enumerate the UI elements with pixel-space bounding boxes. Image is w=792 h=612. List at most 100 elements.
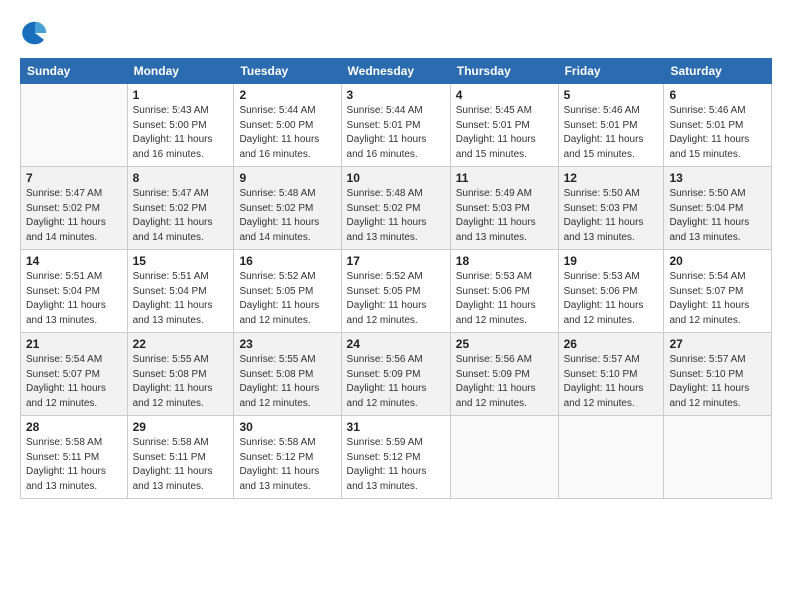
day-info-text: Sunrise: 5:54 AMSunset: 5:07 PMDaylight:… — [26, 353, 122, 411]
calendar-week-row: 14 Sunrise: 5:51 AMSunset: 5:04 PMDayligh… — [21, 250, 772, 333]
logo-icon — [20, 18, 50, 48]
day-info-text: Sunrise: 5:46 AMSunset: 5:01 PMDaylight:… — [564, 104, 659, 162]
weekday-header-saturday: Saturday — [664, 59, 772, 84]
day-info-text: Sunrise: 5:55 AMSunset: 5:08 PMDaylight:… — [239, 353, 335, 411]
calendar-day-cell: 4 Sunrise: 5:45 AMSunset: 5:01 PMDaylight… — [450, 84, 558, 167]
day-info-text: Sunrise: 5:51 AMSunset: 5:04 PMDaylight:… — [133, 270, 229, 328]
calendar-day-cell: 3 Sunrise: 5:44 AMSunset: 5:01 PMDaylight… — [341, 84, 450, 167]
weekday-header-tuesday: Tuesday — [234, 59, 341, 84]
day-number: 26 — [564, 337, 659, 351]
calendar-day-cell: 12Sunrise: 5:50 AMSunset: 5:03 PMDayligh… — [558, 167, 664, 250]
calendar-day-cell: 30Sunrise: 5:58 AMSunset: 5:12 PMDayligh… — [234, 416, 341, 499]
day-number: 28 — [26, 420, 122, 434]
calendar-day-cell: 23 Sunrise: 5:55 AMSunset: 5:08 PMDayligh… — [234, 333, 341, 416]
calendar-day-cell: 11Sunrise: 5:49 AMSunset: 5:03 PMDayligh… — [450, 167, 558, 250]
day-number: 29 — [133, 420, 229, 434]
day-info-text: Sunrise: 5:57 AMSunset: 5:10 PMDaylight:… — [669, 353, 766, 411]
day-info-text: Sunrise: 5:54 AMSunset: 5:07 PMDaylight:… — [669, 270, 766, 328]
day-info-text: Sunrise: 5:56 AMSunset: 5:09 PMDaylight:… — [456, 353, 553, 411]
day-info-text: Sunrise: 5:49 AMSunset: 5:03 PMDaylight:… — [456, 187, 553, 245]
day-number: 24 — [347, 337, 445, 351]
day-info-text: Sunrise: 5:58 AMSunset: 5:11 PMDaylight:… — [133, 436, 229, 494]
calendar-day-cell — [664, 416, 772, 499]
day-number: 10 — [347, 171, 445, 185]
weekday-header-row: SundayMondayTuesdayWednesdayThursdayFrid… — [21, 59, 772, 84]
day-info-text: Sunrise: 5:43 AMSunset: 5:00 PMDaylight:… — [133, 104, 229, 162]
day-info-text: Sunrise: 5:56 AMSunset: 5:09 PMDaylight:… — [347, 353, 445, 411]
calendar-day-cell: 31 Sunrise: 5:59 AMSunset: 5:12 PMDayligh… — [341, 416, 450, 499]
calendar-week-row: 1Sunrise: 5:43 AMSunset: 5:00 PMDaylight… — [21, 84, 772, 167]
day-number: 9 — [239, 171, 335, 185]
day-info-text: Sunrise: 5:48 AMSunset: 5:02 PMDaylight:… — [239, 187, 335, 245]
calendar-day-cell: 21 Sunrise: 5:54 AMSunset: 5:07 PMDayligh… — [21, 333, 128, 416]
day-info-text: Sunrise: 5:58 AMSunset: 5:11 PMDaylight:… — [26, 436, 122, 494]
day-info-text: Sunrise: 5:53 AMSunset: 5:06 PMDaylight:… — [564, 270, 659, 328]
calendar-day-cell: 24 Sunrise: 5:56 AMSunset: 5:09 PMDayligh… — [341, 333, 450, 416]
day-number: 17 — [347, 254, 445, 268]
calendar-day-cell: 22 Sunrise: 5:55 AMSunset: 5:08 PMDayligh… — [127, 333, 234, 416]
day-info-text: Sunrise: 5:50 AMSunset: 5:04 PMDaylight:… — [669, 187, 766, 245]
day-number: 5 — [564, 88, 659, 102]
calendar-day-cell: 19 Sunrise: 5:53 AMSunset: 5:06 PMDayligh… — [558, 250, 664, 333]
day-info-text: Sunrise: 5:55 AMSunset: 5:08 PMDaylight:… — [133, 353, 229, 411]
day-number: 13 — [669, 171, 766, 185]
day-number: 18 — [456, 254, 553, 268]
calendar-day-cell: 25 Sunrise: 5:56 AMSunset: 5:09 PMDayligh… — [450, 333, 558, 416]
day-number: 27 — [669, 337, 766, 351]
calendar-day-cell: 28 Sunrise: 5:58 AMSunset: 5:11 PMDayligh… — [21, 416, 128, 499]
day-info-text: Sunrise: 5:48 AMSunset: 5:02 PMDaylight:… — [347, 187, 445, 245]
day-number: 6 — [669, 88, 766, 102]
calendar-day-cell: 14 Sunrise: 5:51 AMSunset: 5:04 PMDayligh… — [21, 250, 128, 333]
calendar-day-cell: 20Sunrise: 5:54 AMSunset: 5:07 PMDayligh… — [664, 250, 772, 333]
day-number: 19 — [564, 254, 659, 268]
calendar-week-row: 7 Sunrise: 5:47 AMSunset: 5:02 PMDaylight… — [21, 167, 772, 250]
day-number: 31 — [347, 420, 445, 434]
calendar-day-cell: 17 Sunrise: 5:52 AMSunset: 5:05 PMDayligh… — [341, 250, 450, 333]
weekday-header-sunday: Sunday — [21, 59, 128, 84]
weekday-header-thursday: Thursday — [450, 59, 558, 84]
day-info-text: Sunrise: 5:47 AMSunset: 5:02 PMDaylight:… — [26, 187, 122, 245]
day-info-text: Sunrise: 5:50 AMSunset: 5:03 PMDaylight:… — [564, 187, 659, 245]
day-number: 3 — [347, 88, 445, 102]
calendar-day-cell: 5 Sunrise: 5:46 AMSunset: 5:01 PMDaylight… — [558, 84, 664, 167]
calendar-day-cell: 7 Sunrise: 5:47 AMSunset: 5:02 PMDaylight… — [21, 167, 128, 250]
day-number: 2 — [239, 88, 335, 102]
calendar-day-cell: 29 Sunrise: 5:58 AMSunset: 5:11 PMDayligh… — [127, 416, 234, 499]
calendar-day-cell: 13 Sunrise: 5:50 AMSunset: 5:04 PMDayligh… — [664, 167, 772, 250]
calendar-day-cell: 15Sunrise: 5:51 AMSunset: 5:04 PMDayligh… — [127, 250, 234, 333]
day-info-text: Sunrise: 5:51 AMSunset: 5:04 PMDaylight:… — [26, 270, 122, 328]
calendar-day-cell: 16Sunrise: 5:52 AMSunset: 5:05 PMDayligh… — [234, 250, 341, 333]
day-number: 25 — [456, 337, 553, 351]
calendar-day-cell: 18 Sunrise: 5:53 AMSunset: 5:06 PMDayligh… — [450, 250, 558, 333]
calendar-day-cell — [21, 84, 128, 167]
calendar-day-cell: 9 Sunrise: 5:48 AMSunset: 5:02 PMDaylight… — [234, 167, 341, 250]
day-number: 21 — [26, 337, 122, 351]
calendar-week-row: 28 Sunrise: 5:58 AMSunset: 5:11 PMDayligh… — [21, 416, 772, 499]
calendar-day-cell: 26 Sunrise: 5:57 AMSunset: 5:10 PMDayligh… — [558, 333, 664, 416]
day-info-text: Sunrise: 5:44 AMSunset: 5:01 PMDaylight:… — [347, 104, 445, 162]
day-info-text: Sunrise: 5:44 AMSunset: 5:00 PMDaylight:… — [239, 104, 335, 162]
day-number: 23 — [239, 337, 335, 351]
day-number: 7 — [26, 171, 122, 185]
day-info-text: Sunrise: 5:46 AMSunset: 5:01 PMDaylight:… — [669, 104, 766, 162]
calendar-day-cell: 8 Sunrise: 5:47 AMSunset: 5:02 PMDaylight… — [127, 167, 234, 250]
day-info-text: Sunrise: 5:59 AMSunset: 5:12 PMDaylight:… — [347, 436, 445, 494]
calendar-day-cell — [558, 416, 664, 499]
weekday-header-friday: Friday — [558, 59, 664, 84]
day-number: 14 — [26, 254, 122, 268]
day-number: 8 — [133, 171, 229, 185]
day-number: 16 — [239, 254, 335, 268]
day-info-text: Sunrise: 5:45 AMSunset: 5:01 PMDaylight:… — [456, 104, 553, 162]
day-number: 22 — [133, 337, 229, 351]
day-number: 4 — [456, 88, 553, 102]
day-info-text: Sunrise: 5:52 AMSunset: 5:05 PMDaylight:… — [347, 270, 445, 328]
day-info-text: Sunrise: 5:53 AMSunset: 5:06 PMDaylight:… — [456, 270, 553, 328]
calendar-day-cell: 2 Sunrise: 5:44 AMSunset: 5:00 PMDaylight… — [234, 84, 341, 167]
weekday-header-wednesday: Wednesday — [341, 59, 450, 84]
page-header — [20, 18, 772, 48]
day-number: 30 — [239, 420, 335, 434]
day-info-text: Sunrise: 5:47 AMSunset: 5:02 PMDaylight:… — [133, 187, 229, 245]
calendar-day-cell: 10 Sunrise: 5:48 AMSunset: 5:02 PMDayligh… — [341, 167, 450, 250]
day-info-text: Sunrise: 5:57 AMSunset: 5:10 PMDaylight:… — [564, 353, 659, 411]
calendar-day-cell: 1Sunrise: 5:43 AMSunset: 5:00 PMDaylight… — [127, 84, 234, 167]
